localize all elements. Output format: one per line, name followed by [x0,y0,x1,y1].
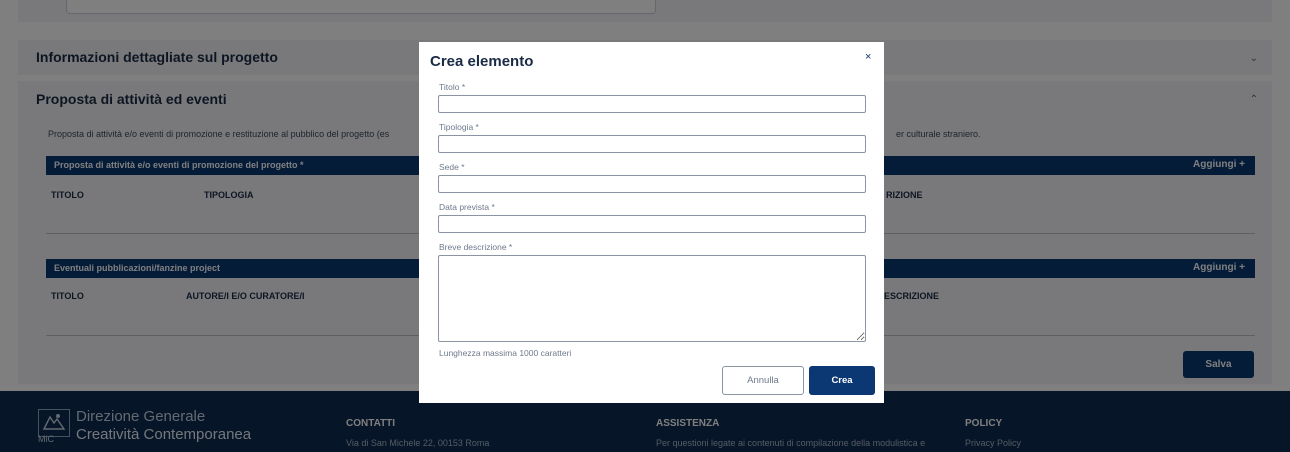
sede-input[interactable] [438,175,866,193]
breve-descrizione-label: Breve descrizione * [439,242,513,252]
close-icon[interactable]: × [865,51,871,63]
sede-label: Sede * [439,162,465,172]
cancel-button[interactable]: Annulla [722,366,804,395]
breve-descrizione-textarea[interactable] [438,255,866,342]
data-prevista-label: Data prevista * [439,202,495,212]
create-item-dialog: Crea elemento × Titolo * Tipologia * Sed… [419,42,884,403]
titolo-input[interactable] [438,95,866,113]
max-length-hint: Lunghezza massima 1000 caratteri [439,348,572,358]
create-button[interactable]: Crea [809,366,875,395]
tipologia-label: Tipologia * [439,122,479,132]
titolo-label: Titolo * [439,82,466,92]
data-prevista-input[interactable] [438,215,866,233]
tipologia-input[interactable] [438,135,866,153]
dialog-title: Crea elemento [430,53,534,70]
